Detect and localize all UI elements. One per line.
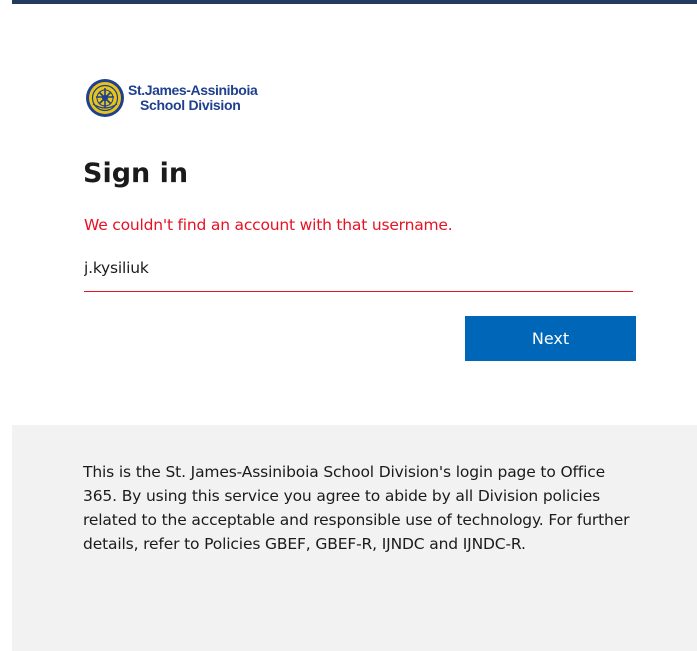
error-message: We couldn't find an account with that us…: [84, 216, 453, 234]
top-accent-bar: [12, 0, 697, 4]
page-title: Sign in: [83, 158, 189, 189]
signin-page: St.James-Assiniboia School Division Sign…: [0, 0, 697, 651]
username-input[interactable]: [84, 250, 633, 286]
username-field-container: [84, 250, 633, 292]
organization-name-line1: St.James-Assiniboia: [128, 82, 258, 98]
footer-notice-text: This is the St. James-Assiniboia School …: [83, 463, 630, 553]
organization-name: St.James-Assiniboia School Division: [128, 82, 258, 113]
next-button[interactable]: Next: [465, 316, 636, 361]
school-division-seal-icon: [86, 79, 124, 117]
footer-notice-panel: This is the St. James-Assiniboia School …: [12, 425, 697, 651]
organization-name-line2: School Division: [140, 97, 241, 113]
organization-logo: St.James-Assiniboia School Division: [85, 78, 258, 118]
